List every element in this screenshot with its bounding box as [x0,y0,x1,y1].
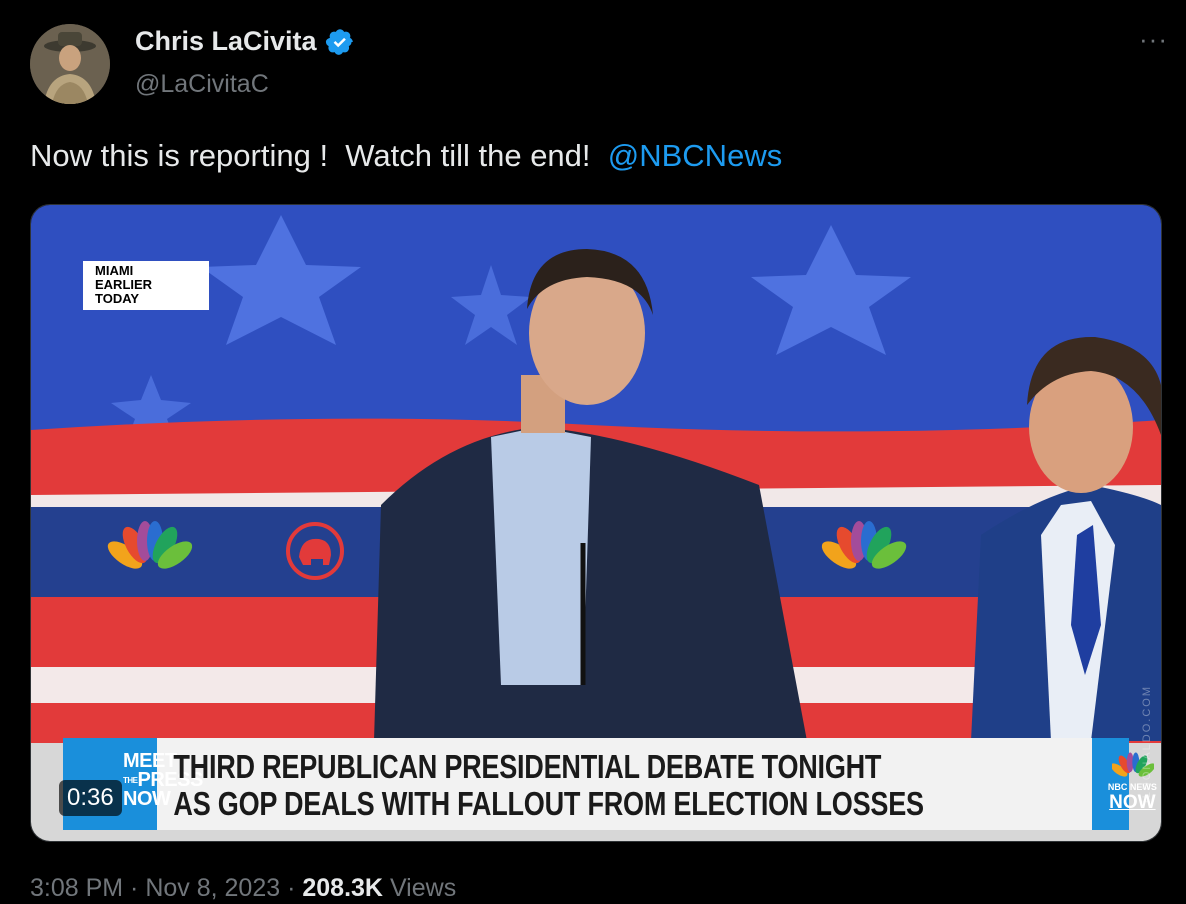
tweet-meta: 3:08 PM · Nov 8, 2023 · 208.3K Views [30,874,457,902]
avatar[interactable] [30,24,110,104]
tweet-time[interactable]: 3:08 PM [30,874,123,902]
location-tag-line1: MIAMI [95,263,134,278]
video-duration: 0:36 [59,780,122,816]
author-handle[interactable]: @LaCivitaC [135,70,269,99]
news-chyron: MEET THEPRESS NOW THIRD REPUBLICAN PRESI… [63,738,1157,830]
tweet-text: Now this is reporting ! Watch till the e… [30,138,782,174]
chyron-headline: THIRD REPUBLICAN PRESIDENTIAL DEBATE TON… [157,738,925,830]
location-tag-line2: EARLIER TODAY [95,277,153,306]
watermark: ILDONALDO.COM [1141,685,1153,804]
author-name-row[interactable]: Chris LaCivita [135,26,355,57]
verified-badge-icon [325,28,353,55]
more-horizontal-icon: ··· [1139,24,1168,54]
location-tag: MIAMI EARLIER TODAY [83,261,209,310]
more-options-button[interactable]: ··· [1139,24,1168,55]
mtp-small: THE [123,776,138,785]
mention-link[interactable]: @NBCNews [608,138,782,173]
nbc-news-now-logo: NBC NEWS NOW [1092,738,1157,830]
video-player[interactable]: MIAMI EARLIER TODAY MEET THEPRESS NOW TH… [30,204,1162,842]
headline-line2: AS GOP DEALS WITH FALLOUT FROM ELECTION … [173,785,925,822]
views-count: 208.3K [302,874,383,902]
views-label: Views [389,874,457,902]
tweet-body: Now this is reporting ! Watch till the e… [30,138,608,173]
headline-line1: THIRD REPUBLICAN PRESIDENTIAL DEBATE TON… [173,748,882,785]
author-name[interactable]: Chris LaCivita [135,26,317,57]
tweet-date[interactable]: Nov 8, 2023 [145,874,280,902]
